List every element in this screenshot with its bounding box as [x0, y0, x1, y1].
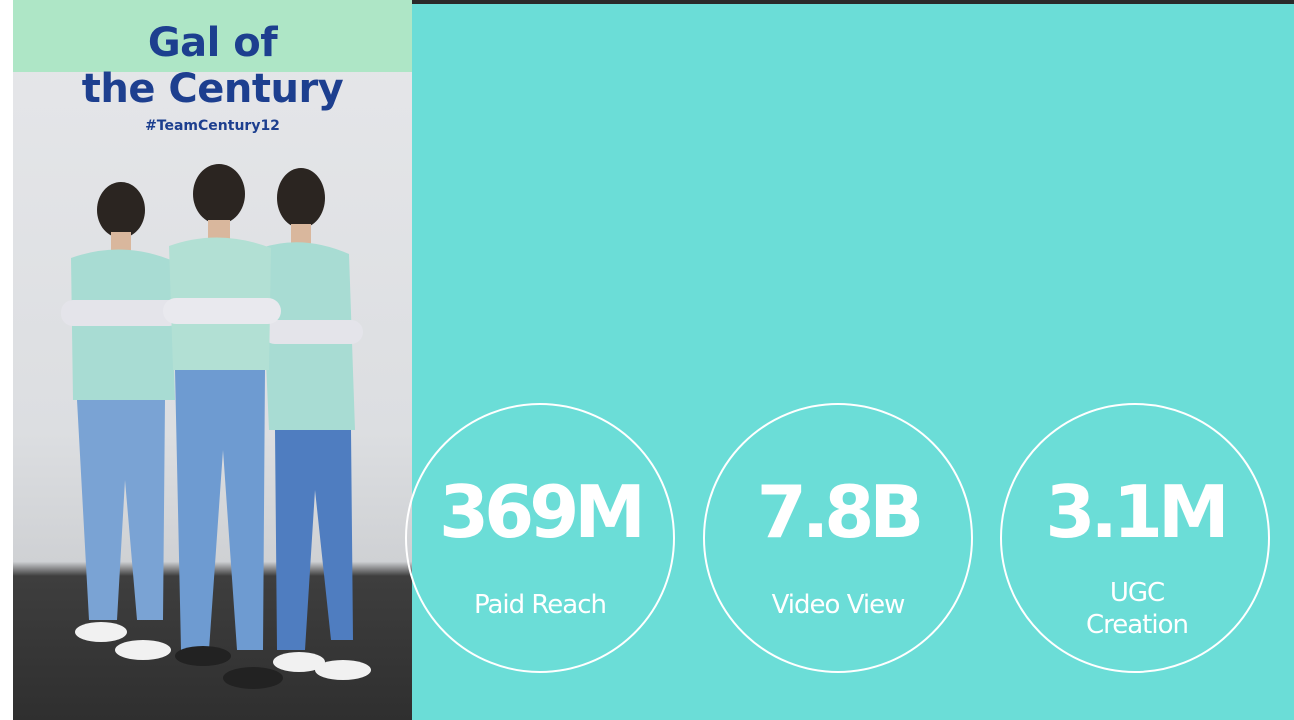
stat-label: UGC Creation	[1085, 578, 1189, 640]
poster-title: Gal of the Century	[13, 20, 412, 112]
stat-value: 3.1M	[1045, 470, 1229, 554]
stat-video-view: 7.8B Video View	[703, 403, 973, 673]
stat-value: 7.8B	[756, 470, 924, 554]
slide: Gal of the Century #TeamCentury12 369M P…	[0, 0, 1294, 720]
campaign-poster-image: Gal of the Century #TeamCentury12	[13, 0, 412, 720]
left-margin	[0, 0, 13, 720]
three-people-illustration	[61, 164, 371, 689]
stat-paid-reach: 369M Paid Reach	[405, 403, 675, 673]
stat-label: Paid Reach	[473, 590, 607, 620]
poster-title-line-1: Gal of	[147, 20, 278, 66]
poster-title-line-2: the Century	[81, 66, 344, 112]
stat-ugc-creation: 3.1M UGC Creation	[1000, 403, 1270, 673]
stat-value: 369M	[439, 470, 646, 554]
poster-hashtag: #TeamCentury12	[145, 118, 280, 134]
stat-label: Video View	[771, 590, 906, 620]
